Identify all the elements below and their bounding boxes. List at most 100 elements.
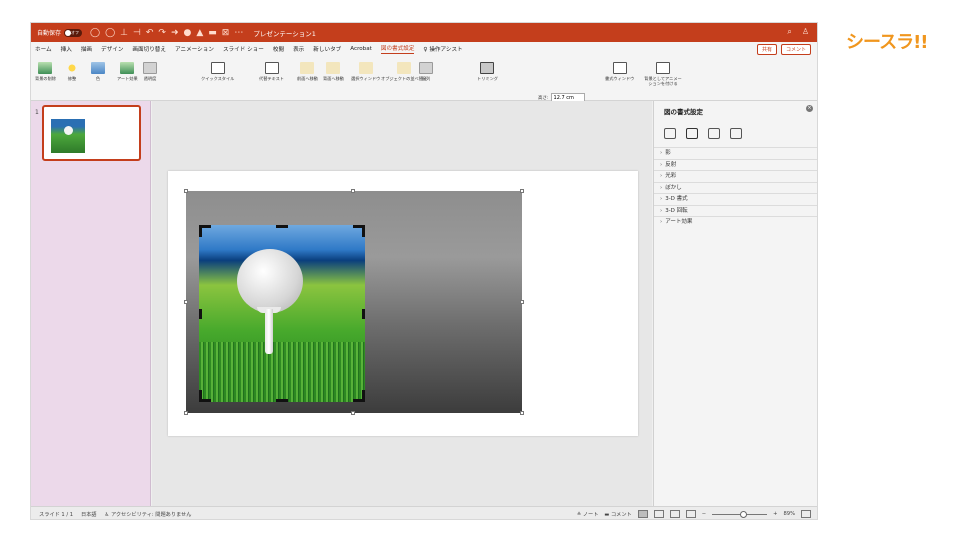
size-properties-icon[interactable] bbox=[708, 128, 720, 139]
color-label: 色 bbox=[95, 76, 101, 81]
autosave[interactable]: 自動保存 オフ bbox=[37, 28, 83, 37]
reading-view-button[interactable] bbox=[669, 510, 680, 518]
share-button[interactable]: 共有 bbox=[756, 44, 777, 55]
arrow-icon[interactable]: ➜ bbox=[171, 28, 179, 38]
quick-access-toolbar: ◯ ◯ ⊥ ⊣ ↶ ↷ ➜ ● ▲ ▬ ⊠ ⋯ bbox=[90, 28, 243, 38]
crop-handle-top[interactable] bbox=[276, 225, 288, 228]
fill-line-icon[interactable] bbox=[664, 128, 676, 139]
crop-handle-left[interactable] bbox=[199, 309, 202, 319]
selection-pane-label: 選択ウィンドウ bbox=[351, 76, 381, 81]
dot-icon[interactable]: ● bbox=[184, 28, 192, 38]
crop-handle-bl-v[interactable] bbox=[199, 390, 202, 402]
tab-new[interactable]: 新しいタブ bbox=[313, 45, 341, 53]
grass bbox=[199, 342, 365, 402]
tab-slideshow[interactable]: スライド ショー bbox=[223, 45, 264, 53]
resize-handle[interactable] bbox=[351, 411, 355, 415]
effects-icon[interactable] bbox=[686, 128, 698, 139]
align-label: 配列 bbox=[421, 76, 431, 81]
resize-handle[interactable] bbox=[184, 189, 188, 193]
color-button[interactable]: 色 bbox=[91, 62, 105, 81]
section-reflection[interactable]: 反射 bbox=[654, 158, 817, 171]
resize-handle[interactable] bbox=[184, 300, 188, 304]
section-3d-rotation[interactable]: 3-D 回転 bbox=[654, 204, 817, 217]
slide[interactable] bbox=[168, 171, 638, 436]
section-artistic-effects[interactable]: アート効果 bbox=[654, 216, 817, 228]
tab-picture-format[interactable]: 図の書式設定 bbox=[380, 44, 415, 54]
align-icon bbox=[419, 62, 433, 74]
grid-icon[interactable]: ⊠ bbox=[222, 28, 230, 38]
resize-handle[interactable] bbox=[184, 411, 188, 415]
tab-design[interactable]: デザイン bbox=[101, 45, 123, 53]
alt-text-button[interactable]: 代替テキスト bbox=[259, 62, 284, 81]
crop-handle-br-v[interactable] bbox=[362, 390, 365, 402]
tab-view[interactable]: 表示 bbox=[293, 45, 304, 53]
resize-handle[interactable] bbox=[520, 189, 524, 193]
circle-icon[interactable]: ◯ bbox=[105, 28, 115, 38]
redo-icon[interactable]: ↷ bbox=[158, 28, 166, 38]
search-icon[interactable]: ⌕ bbox=[787, 27, 791, 37]
tab-animations[interactable]: アニメーション bbox=[175, 45, 214, 53]
slideshow-view-button[interactable] bbox=[685, 510, 696, 518]
comment-button[interactable]: コメント bbox=[780, 44, 811, 55]
normal-view-button[interactable] bbox=[637, 510, 648, 518]
tab-review[interactable]: 校閲 bbox=[273, 45, 284, 53]
crop-handle-tl-v[interactable] bbox=[199, 225, 202, 237]
format-pane-button[interactable]: 書式ウィンドウ bbox=[605, 62, 634, 81]
chart-icon[interactable]: ⊥ bbox=[120, 28, 128, 38]
resize-handle[interactable] bbox=[351, 189, 355, 193]
send-backward-icon bbox=[326, 62, 341, 74]
undo-icon[interactable]: ↶ bbox=[146, 28, 154, 38]
transparency-button[interactable]: 透明度 bbox=[143, 62, 157, 81]
notes-button[interactable]: ≙ ノート bbox=[577, 511, 599, 518]
tab-home[interactable]: ホーム bbox=[35, 45, 52, 53]
section-3d-format[interactable]: 3-D 書式 bbox=[654, 193, 817, 205]
crop-button[interactable]: トリミング bbox=[477, 62, 498, 81]
section-soft-edges[interactable]: ぼかし bbox=[654, 181, 817, 194]
close-icon[interactable]: × bbox=[806, 105, 813, 112]
crop-handle-bottom[interactable] bbox=[276, 399, 288, 402]
document-title: プレゼンテーション1 bbox=[253, 29, 316, 38]
comments-button[interactable]: ▬ コメント bbox=[604, 511, 631, 518]
zoom-in-button[interactable]: + bbox=[773, 511, 777, 517]
tab-draw[interactable]: 描画 bbox=[81, 45, 92, 53]
fit-to-window-button[interactable] bbox=[801, 510, 811, 518]
bring-forward-button[interactable]: 前面へ移動 bbox=[297, 62, 318, 81]
zoom-level[interactable]: 89% bbox=[783, 511, 795, 517]
slide-sorter-button[interactable] bbox=[653, 510, 664, 518]
share-people-icon[interactable]: ♙ bbox=[802, 27, 809, 37]
autosave-toggle[interactable]: オフ bbox=[64, 28, 83, 37]
quick-styles-button[interactable]: クイックスタイル bbox=[201, 62, 234, 81]
artistic-effects-button[interactable]: アート効果 bbox=[117, 62, 138, 81]
crop-handle-tr-v[interactable] bbox=[362, 225, 365, 237]
oval-icon[interactable]: ◯ bbox=[90, 28, 100, 38]
send-backward-button[interactable]: 背面へ移動 bbox=[323, 62, 344, 81]
picture-cropped[interactable] bbox=[199, 225, 365, 402]
remove-background-button[interactable]: 背景の削除 bbox=[35, 62, 56, 81]
zoom-slider-knob[interactable] bbox=[740, 510, 748, 518]
section-shadow[interactable]: 影 bbox=[654, 147, 817, 159]
corrections-button[interactable]: 修整 bbox=[65, 62, 79, 81]
section-glow[interactable]: 光彩 bbox=[654, 170, 817, 182]
picture-icon[interactable] bbox=[730, 128, 742, 139]
language[interactable]: 日本語 bbox=[81, 511, 97, 518]
slide-thumbnail[interactable] bbox=[42, 105, 141, 161]
align-button[interactable]: 配列 bbox=[419, 62, 433, 81]
save-as-background-button[interactable]: 背景としてアニメーションを付ける bbox=[643, 62, 683, 86]
zoom-out-button[interactable]: − bbox=[702, 511, 706, 517]
resize-handle[interactable] bbox=[520, 300, 524, 304]
tab-tell-me[interactable]: ♀ 操作アシスト bbox=[423, 45, 462, 53]
tab-acrobat[interactable]: Acrobat bbox=[350, 46, 372, 52]
tab-insert[interactable]: 挿入 bbox=[61, 45, 72, 53]
resize-handle[interactable] bbox=[520, 411, 524, 415]
shape-icon[interactable]: ⊣ bbox=[133, 28, 141, 38]
zoom-slider[interactable] bbox=[712, 510, 768, 518]
more-icon[interactable]: ⋯ bbox=[234, 28, 243, 38]
rectangle-icon[interactable]: ▬ bbox=[208, 28, 217, 38]
tab-transitions[interactable]: 画面切り替え bbox=[132, 45, 166, 53]
accessibility-status[interactable]: ♿ アクセシビリティ: 問題ありません bbox=[105, 511, 192, 518]
notes-icon: ≙ bbox=[576, 511, 582, 518]
selection-pane-button[interactable]: 選択ウィンドウ bbox=[351, 62, 380, 81]
crop-handle-right[interactable] bbox=[362, 309, 365, 319]
save-as-background-icon bbox=[656, 62, 670, 74]
triangle-icon[interactable]: ▲ bbox=[196, 28, 203, 38]
